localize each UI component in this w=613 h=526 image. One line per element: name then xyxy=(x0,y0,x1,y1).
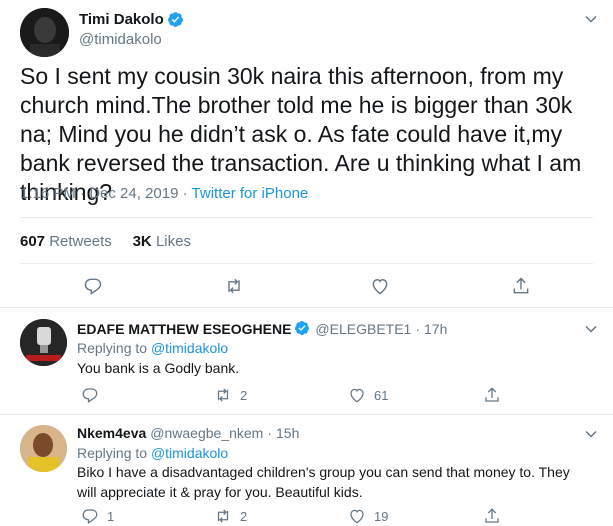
reply-icon xyxy=(82,388,98,403)
header-separator: · xyxy=(415,320,421,337)
replying-label: Replying to xyxy=(77,445,148,461)
reply-header: Nkem4eva @nwaegbe_nkem · 15h xyxy=(77,425,299,441)
reply-icon xyxy=(84,278,102,295)
heart-icon xyxy=(350,388,364,403)
reply-time[interactable]: 15h xyxy=(276,425,299,441)
retweet-button[interactable] xyxy=(224,276,244,296)
reply-icon xyxy=(82,509,98,524)
likes-stat[interactable]: 3K Likes xyxy=(133,233,191,250)
retweet-count: 2 xyxy=(240,387,248,403)
reply-text: You bank is a Godly bank. xyxy=(77,360,240,376)
retweet-icon xyxy=(217,388,229,402)
author-name-row[interactable]: Timi Dakolo xyxy=(79,11,184,28)
likes-label: Likes xyxy=(155,233,191,250)
like-button[interactable]: 61 xyxy=(348,386,388,404)
author-handle[interactable]: @timidakolo xyxy=(79,31,162,48)
like-count: 19 xyxy=(374,508,389,524)
share-icon xyxy=(485,387,499,402)
retweet-icon xyxy=(228,278,240,294)
reply-author-name[interactable]: Nkem4eva xyxy=(77,425,146,441)
replying-to-mention[interactable]: @timidakolo xyxy=(151,340,228,356)
heart-icon xyxy=(372,279,388,295)
retweet-icon xyxy=(217,509,229,523)
reply-author-handle[interactable]: @nwaegbe_nkem xyxy=(150,425,263,441)
author-name[interactable]: Timi Dakolo xyxy=(79,11,164,28)
reply-button[interactable] xyxy=(83,276,103,296)
reply-time[interactable]: 17h xyxy=(424,321,447,337)
replying-to-line: Replying to @timidakolo xyxy=(77,445,228,461)
divider xyxy=(20,217,593,218)
tweet-date[interactable]: Dec 24, 2019 xyxy=(89,185,178,202)
replying-to-mention[interactable]: @timidakolo xyxy=(151,445,228,461)
reply-author-handle[interactable]: @ELEGBETE1 xyxy=(315,321,411,337)
retweets-stat[interactable]: 607 Retweets xyxy=(20,233,112,250)
reply-text: Biko I have a disadvantaged children's g… xyxy=(77,464,570,500)
like-button[interactable]: 19 xyxy=(348,507,388,525)
author-avatar[interactable] xyxy=(20,8,69,57)
reply-button[interactable] xyxy=(81,386,107,404)
heart-icon xyxy=(350,509,364,524)
reply-author-avatar[interactable] xyxy=(20,425,67,472)
reply-tweet[interactable]: Nkem4eva @nwaegbe_nkem · 15h Replying to… xyxy=(0,415,613,526)
retweet-button[interactable]: 2 xyxy=(214,507,247,525)
retweets-label: Retweets xyxy=(49,233,112,250)
likes-count: 3K xyxy=(132,233,152,250)
tweet-meta: 1:16 PM · Dec 24, 2019 · Twitter for iPh… xyxy=(20,185,308,202)
chevron-down-icon[interactable] xyxy=(585,322,597,334)
verified-badge-icon xyxy=(294,320,311,337)
reply-author-name[interactable]: EDAFE MATTHEW ESEOGHENE xyxy=(77,321,291,337)
chevron-down-icon[interactable] xyxy=(585,12,597,24)
retweets-count: 607 xyxy=(20,233,46,250)
reply-button[interactable]: 1 xyxy=(81,507,114,525)
share-icon xyxy=(485,508,499,523)
divider xyxy=(20,263,593,264)
header-separator: · xyxy=(267,425,273,441)
share-icon xyxy=(513,277,529,294)
verified-badge-icon xyxy=(167,11,184,28)
meta-separator: · xyxy=(182,185,188,202)
like-button[interactable] xyxy=(370,276,390,296)
share-button[interactable] xyxy=(483,386,501,404)
meta-separator: · xyxy=(80,185,86,202)
retweet-button[interactable]: 2 xyxy=(214,386,247,404)
replying-to-line: Replying to @timidakolo xyxy=(77,340,228,356)
replying-label: Replying to xyxy=(77,340,148,356)
reply-author-avatar[interactable] xyxy=(20,319,67,366)
share-button[interactable] xyxy=(483,507,501,525)
reply-header: EDAFE MATTHEW ESEOGHENE @ELEGBETE1 · 17h xyxy=(77,320,447,337)
chevron-down-icon[interactable] xyxy=(585,427,597,439)
tweet-time[interactable]: 1:16 PM xyxy=(20,185,76,202)
like-count: 61 xyxy=(374,387,389,403)
reply-tweet[interactable]: EDAFE MATTHEW ESEOGHENE @ELEGBETE1 · 17h… xyxy=(0,308,613,415)
main-tweet: Timi Dakolo @timidakolo So I sent my cou… xyxy=(0,0,613,308)
share-button[interactable] xyxy=(511,276,531,296)
tweet-source[interactable]: Twitter for iPhone xyxy=(192,185,309,202)
retweet-count: 2 xyxy=(240,508,248,524)
tweet-stats: 607 Retweets 3K Likes xyxy=(20,233,191,250)
reply-count: 1 xyxy=(107,508,115,524)
